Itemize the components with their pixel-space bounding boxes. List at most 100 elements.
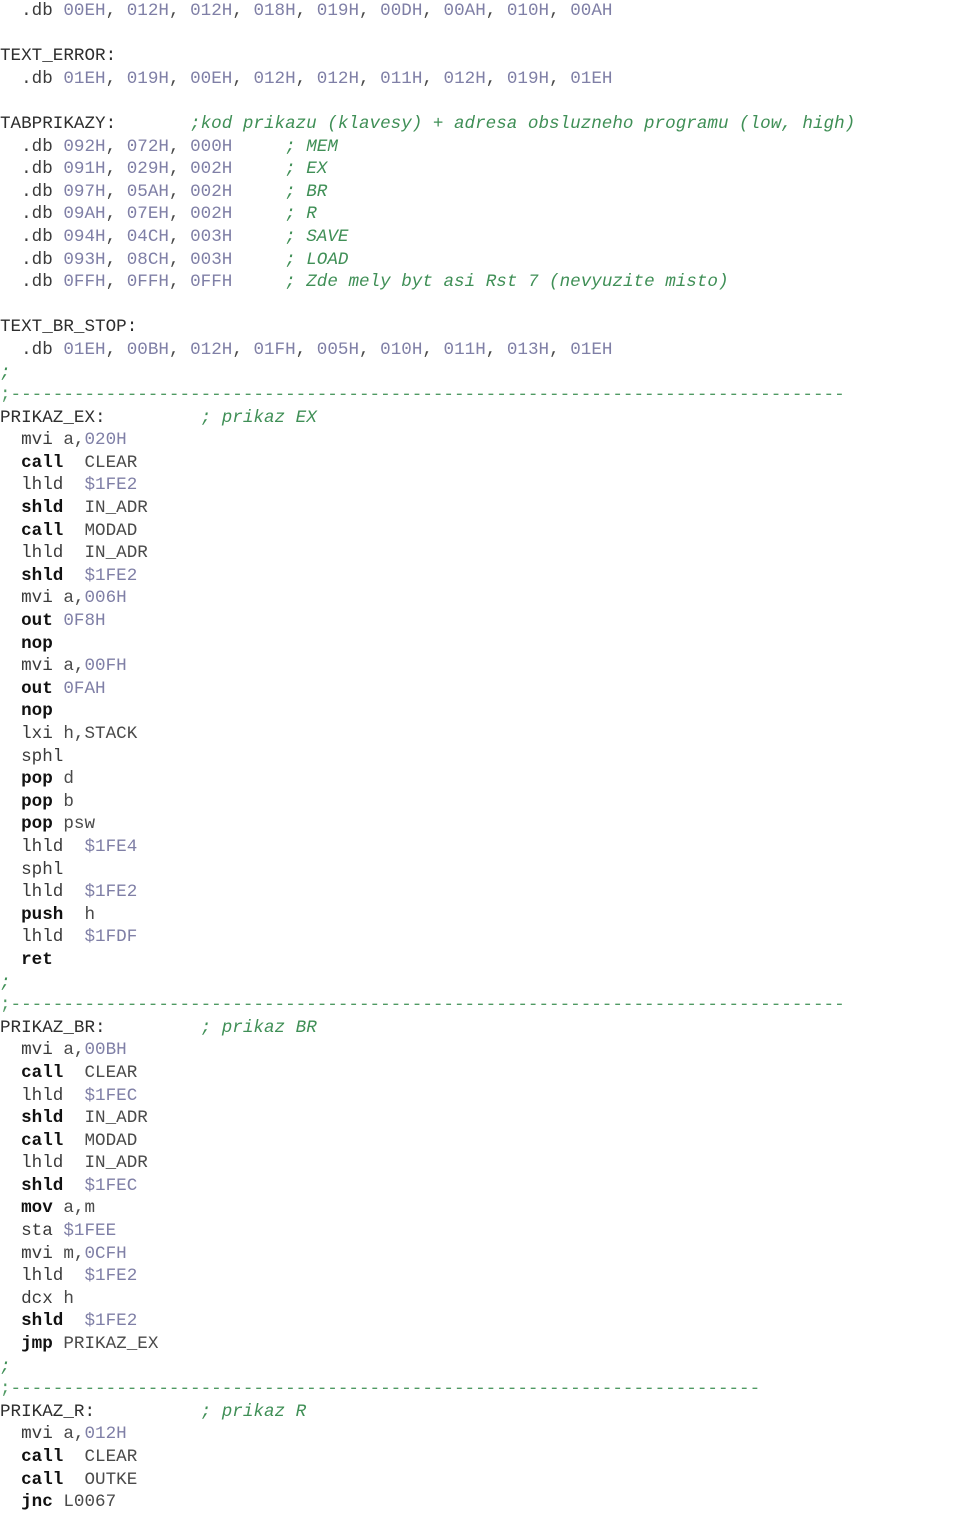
code-label: PRIKAZ_BR: bbox=[0, 1017, 106, 1038]
code-mnemonic: shld bbox=[21, 1311, 64, 1332]
code-mnemonic: mvi bbox=[21, 430, 64, 451]
code-identifier: IN_ADR bbox=[84, 498, 148, 519]
code-comment: ; MEM bbox=[285, 136, 338, 157]
code-mnemonic: lhld bbox=[21, 475, 64, 496]
code-line: jmp PRIKAZ_EX bbox=[0, 1333, 960, 1356]
code-line: .db 01EH, 019H, 00EH, 012H, 012H, 011H, … bbox=[0, 68, 960, 91]
code-number: 012H bbox=[84, 1424, 127, 1445]
code-line: shld IN_ADR bbox=[0, 497, 960, 520]
code-line: shld $1FE2 bbox=[0, 565, 960, 588]
code-operand: b bbox=[63, 791, 74, 812]
code-line: .db 092H, 072H, 000H ; MEM bbox=[0, 136, 960, 159]
code-label: PRIKAZ_R: bbox=[0, 1401, 96, 1422]
code-line: PRIKAZ_EX: ; prikaz EX bbox=[0, 407, 960, 430]
code-identifier: PRIKAZ_EX bbox=[63, 1334, 159, 1355]
code-mnemonic: lhld bbox=[21, 882, 64, 903]
code-number: $1FEE bbox=[63, 1221, 117, 1242]
code-number: 002H bbox=[190, 181, 233, 202]
code-line: PRIKAZ_BR: ; prikaz BR bbox=[0, 1017, 960, 1040]
code-mnemonic: shld bbox=[21, 1108, 64, 1129]
code-punctuation: , bbox=[168, 249, 191, 270]
code-directive: .db bbox=[21, 204, 64, 225]
code-line: .db 09AH, 07EH, 002H ; R bbox=[0, 203, 960, 226]
code-number: 097H bbox=[63, 181, 106, 202]
code-line: lhld $1FE2 bbox=[0, 474, 960, 497]
code-punctuation: , bbox=[422, 1, 444, 21]
code-identifier: L0067 bbox=[63, 1492, 117, 1513]
code-label: TABPRIKAZY: bbox=[0, 113, 117, 134]
code-mnemonic: lhld bbox=[21, 1085, 64, 1106]
code-identifier: IN_ADR bbox=[84, 1108, 148, 1129]
code-directive: .db bbox=[21, 68, 64, 89]
code-directive: .db bbox=[21, 249, 64, 270]
code-number: 019H bbox=[126, 68, 169, 89]
code-number: 094H bbox=[63, 226, 106, 247]
code-punctuation: , bbox=[485, 68, 507, 89]
code-comment: ; BR bbox=[285, 181, 328, 202]
code-directive: .db bbox=[21, 272, 64, 293]
code-line: mvi a,00FH bbox=[0, 655, 960, 678]
code-number: 012H bbox=[190, 339, 233, 360]
code-punctuation: , bbox=[105, 1, 127, 21]
code-line: sphl bbox=[0, 746, 960, 769]
code-number: 003H bbox=[190, 249, 233, 270]
code-number: 072H bbox=[126, 136, 169, 157]
code-mnemonic: nop bbox=[21, 633, 53, 654]
code-line: mvi m,0CFH bbox=[0, 1243, 960, 1266]
code-directive: .db bbox=[21, 136, 64, 157]
code-comment: ; LOAD bbox=[285, 249, 349, 270]
code-line: TABPRIKAZY: ;kod prikazu (klavesy) + adr… bbox=[0, 113, 960, 136]
code-punctuation: , bbox=[105, 339, 127, 360]
code-punctuation: , bbox=[549, 1, 571, 21]
code-line: lhld IN_ADR bbox=[0, 1152, 960, 1175]
code-comment-separator: ;---------------------------------------… bbox=[0, 995, 845, 1016]
code-number: 00EH bbox=[63, 1, 106, 21]
code-number: 013H bbox=[506, 339, 550, 360]
code-punctuation: , bbox=[485, 1, 507, 21]
code-mnemonic: lhld bbox=[21, 543, 64, 564]
code-operand: a, bbox=[63, 656, 85, 677]
code-punctuation: , bbox=[168, 181, 191, 202]
code-punctuation: , bbox=[105, 136, 127, 157]
code-operand: a, bbox=[63, 430, 85, 451]
code-mnemonic: sphl bbox=[21, 859, 64, 880]
code-mnemonic: sphl bbox=[21, 746, 64, 767]
code-identifier: IN_ADR bbox=[84, 1153, 148, 1174]
code-punctuation: , bbox=[485, 339, 507, 360]
code-line: PRIKAZ_R: ; prikaz R bbox=[0, 1401, 960, 1424]
code-comment: ;kod prikazu (klavesy) + adresa obsluzne… bbox=[190, 113, 856, 134]
code-punctuation: , bbox=[105, 226, 127, 247]
code-number: 012H bbox=[316, 68, 360, 89]
code-number: $1FE2 bbox=[84, 1266, 138, 1287]
code-punctuation: , bbox=[105, 68, 127, 89]
code-punctuation: , bbox=[422, 68, 444, 89]
code-identifier: MODAD bbox=[84, 520, 138, 541]
code-number: 00FH bbox=[84, 656, 127, 677]
code-punctuation: , bbox=[168, 272, 191, 293]
code-line: .db 091H, 029H, 002H ; EX bbox=[0, 158, 960, 181]
code-line: mvi a,00BH bbox=[0, 1039, 960, 1062]
code-mnemonic: sta bbox=[21, 1221, 64, 1242]
code-line: TEXT_ERROR: bbox=[0, 45, 960, 68]
